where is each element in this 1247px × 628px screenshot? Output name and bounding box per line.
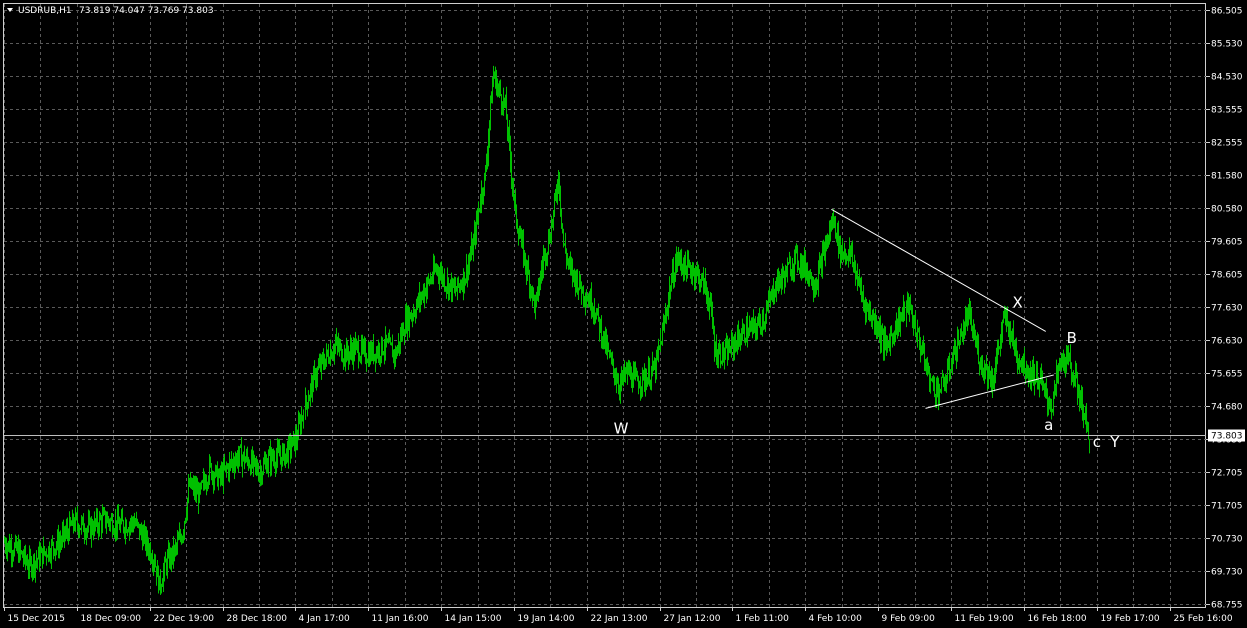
wave-label: c xyxy=(1093,433,1101,451)
x-tick-label: 19 Jan 14:00 xyxy=(518,614,575,624)
symbol-title: USDRUB,H1 xyxy=(18,6,72,16)
current-price-label: 73.803 xyxy=(1211,432,1243,442)
x-tick-label: 9 Feb 09:00 xyxy=(882,614,936,624)
wave-label: a xyxy=(1044,416,1053,434)
x-tick-label: 22 Jan 13:00 xyxy=(591,614,648,624)
plot-frame xyxy=(3,3,1206,608)
wave-label: Y xyxy=(1109,433,1120,451)
price-chart[interactable]: 86.505 85.530 84.530 83.555 82.555 81.580 80.5… xyxy=(0,0,1247,628)
y-tick-label: 83.555 xyxy=(1211,106,1243,116)
current-price-tag: 73.803 xyxy=(1208,429,1245,442)
wave-label: X xyxy=(1013,293,1023,311)
y-tick-label: 80.580 xyxy=(1211,205,1243,215)
y-tick-label: 72.705 xyxy=(1211,469,1243,479)
x-tick-label: 15 Dec 2015 xyxy=(8,614,66,624)
wave-label: B xyxy=(1067,329,1077,347)
y-tick-label: 85.530 xyxy=(1211,40,1243,50)
time-axis: 15 Dec 2015 18 Dec 09:00 22 Dec 19:00 28 De… xyxy=(4,607,1233,624)
x-tick-label: 18 Dec 09:00 xyxy=(81,614,142,624)
y-tick-label: 79.605 xyxy=(1211,238,1243,248)
y-tick-label: 70.730 xyxy=(1211,535,1243,545)
x-tick-label: 22 Dec 19:00 xyxy=(154,614,215,624)
grid-lines xyxy=(4,4,1206,607)
y-tick-label: 71.705 xyxy=(1211,502,1243,512)
candles-series xyxy=(4,65,1090,596)
chart-title-bar[interactable]: USDRUB,H1 73.819 74.047 73.769 73.803 xyxy=(7,6,214,16)
ohlc-values: 73.819 74.047 73.769 73.803 xyxy=(79,6,214,16)
x-tick-label: 4 Feb 10:00 xyxy=(809,614,863,624)
x-tick-label: 27 Jan 12:00 xyxy=(664,614,721,624)
y-tick-label: 78.605 xyxy=(1211,271,1243,281)
x-tick-label: 25 Feb 16:00 xyxy=(1174,614,1233,624)
x-tick-label: 16 Feb 18:00 xyxy=(1028,614,1087,624)
x-tick-label: 4 Jan 17:00 xyxy=(299,614,351,624)
y-tick-label: 75.655 xyxy=(1211,370,1243,380)
wave-label: W xyxy=(614,419,629,437)
x-tick-label: 11 Feb 19:00 xyxy=(955,614,1014,624)
y-tick-label: 77.630 xyxy=(1211,304,1243,314)
y-tick-label: 74.680 xyxy=(1211,403,1243,413)
y-tick-label: 76.630 xyxy=(1211,337,1243,347)
y-tick-label: 86.505 xyxy=(1211,7,1243,17)
y-tick-label: 82.555 xyxy=(1211,139,1243,149)
y-tick-label: 69.730 xyxy=(1211,568,1243,578)
price-axis: 86.505 85.530 84.530 83.555 82.555 81.580 80.5… xyxy=(1206,7,1243,611)
y-tick-label: 84.530 xyxy=(1211,73,1243,83)
trendline xyxy=(831,208,1046,332)
y-tick-label: 68.755 xyxy=(1211,601,1243,611)
x-tick-label: 1 Feb 11:00 xyxy=(736,614,790,624)
x-tick-label: 28 Dec 18:00 xyxy=(227,614,288,624)
chart-window[interactable]: 86.505 85.530 84.530 83.555 82.555 81.580 80.5… xyxy=(0,0,1247,628)
x-tick-label: 11 Jan 16:00 xyxy=(372,614,429,624)
x-tick-label: 19 Feb 17:00 xyxy=(1101,614,1160,624)
y-tick-label: 81.580 xyxy=(1211,172,1243,182)
x-tick-label: 14 Jan 15:00 xyxy=(445,614,502,624)
